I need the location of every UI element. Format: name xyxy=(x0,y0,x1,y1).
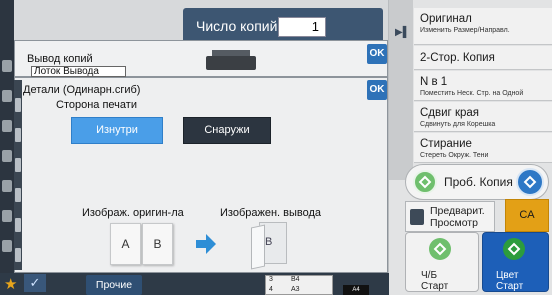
rp-item-subtitle: Стереть Окруж. Тени xyxy=(420,152,489,159)
left-tab[interactable] xyxy=(2,150,12,162)
left-tab[interactable] xyxy=(2,210,12,222)
bw-start-icon xyxy=(429,238,451,260)
output-page-letter: B xyxy=(265,236,273,248)
left-tab xyxy=(15,98,21,112)
start-bw-icon xyxy=(413,170,437,194)
color-start-line1: Цвет xyxy=(496,270,519,281)
left-tab[interactable] xyxy=(2,90,12,102)
tray-size: B4 xyxy=(291,276,300,283)
output-tray-select[interactable]: Лоток Вывода xyxy=(31,66,126,77)
copies-label: Число копий xyxy=(196,18,278,34)
left-tab-strip xyxy=(0,0,14,295)
rp-item-erase[interactable]: Стирание Стереть Окруж. Тени xyxy=(414,133,552,163)
copies-input[interactable]: 1 xyxy=(278,17,326,37)
paper-tray-status: 3 B4 4 A3 xyxy=(265,275,333,295)
left-tab[interactable] xyxy=(2,180,12,192)
color-start-label: Цвет Старт xyxy=(496,270,523,292)
preview-label-line2: Просмотр xyxy=(430,217,478,229)
bw-start-line2: Старт xyxy=(421,281,449,292)
preview-icon xyxy=(410,209,424,225)
original-page-b: B xyxy=(142,223,173,265)
start-color-icon xyxy=(516,168,544,196)
rp-item-subtitle: Поместить Неск. Стр. на Одной xyxy=(420,90,524,97)
rp-item-margin-shift[interactable]: Сдвиг края Сдвинуть для Корешка xyxy=(414,102,552,132)
other-button[interactable]: Прочие xyxy=(86,275,142,295)
rp-item-title: 2-Стор. Копия xyxy=(420,52,495,64)
paper-size-badge: A4 xyxy=(343,285,369,295)
original-page-a: A xyxy=(110,223,141,265)
rp-item-duplex[interactable]: 2-Стор. Копия xyxy=(414,46,552,70)
arrow-right-icon xyxy=(196,234,216,254)
dialog-left-edge xyxy=(14,80,22,270)
rp-item-title: Стирание xyxy=(420,138,472,150)
rp-item-subtitle: Сдвинуть для Корешка xyxy=(420,121,496,128)
output-fold-front xyxy=(251,224,265,270)
rp-item-n-in-1[interactable]: N в 1 Поместить Неск. Стр. на Одной xyxy=(414,71,552,101)
rp-item-title: Оригинал xyxy=(420,13,472,25)
rp-item-original[interactable]: Оригинал Изменить Размер/Направл. xyxy=(414,8,552,45)
outside-option-button[interactable]: Снаружи xyxy=(183,117,271,144)
left-tab[interactable] xyxy=(2,240,12,252)
left-tab xyxy=(15,248,21,262)
original-image-label: Изображ. оригин-ла xyxy=(82,207,184,219)
tray-size: A3 xyxy=(291,286,300,293)
star-icon[interactable]: ★ xyxy=(4,275,17,293)
tray-number: 4 xyxy=(269,286,273,293)
bw-start-label: Ч/Б Старт xyxy=(421,270,448,292)
left-tab xyxy=(15,188,21,202)
machine-icon xyxy=(206,56,256,70)
print-side-label: Сторона печати xyxy=(56,99,137,111)
left-tab xyxy=(15,218,21,232)
left-tab[interactable] xyxy=(2,120,12,132)
check-icon[interactable]: ✓ xyxy=(24,274,46,292)
preview-label-line1: Предварит. xyxy=(430,205,485,217)
rp-item-subtitle: Изменить Размер/Направл. xyxy=(420,27,510,34)
inside-option-button[interactable]: Изнутри xyxy=(71,117,163,144)
output-dialog-title: Вывод копий xyxy=(27,53,93,65)
details-ok-button[interactable]: OK xyxy=(367,80,387,100)
proof-copy-label: Проб. Копия xyxy=(444,175,513,189)
play-arrow-icon: ▶▌ xyxy=(395,27,410,38)
left-tab xyxy=(15,128,21,142)
details-dialog-title: Детали (Одинарн.сгиб) xyxy=(23,84,141,96)
left-tab[interactable] xyxy=(2,60,12,72)
tray-number: 3 xyxy=(269,276,273,283)
output-image-label: Изображен. вывода xyxy=(220,207,322,219)
clear-all-button[interactable]: CA xyxy=(505,199,549,232)
color-start-icon xyxy=(503,238,525,260)
preview-label: Предварит. Просмотр xyxy=(430,205,485,229)
rp-item-title: N в 1 xyxy=(420,76,448,88)
output-ok-button[interactable]: OK xyxy=(367,44,387,64)
left-tab xyxy=(15,158,21,172)
color-start-line2: Старт xyxy=(496,281,524,292)
bw-start-line1: Ч/Б xyxy=(421,270,438,281)
rp-item-title: Сдвиг края xyxy=(420,107,479,119)
